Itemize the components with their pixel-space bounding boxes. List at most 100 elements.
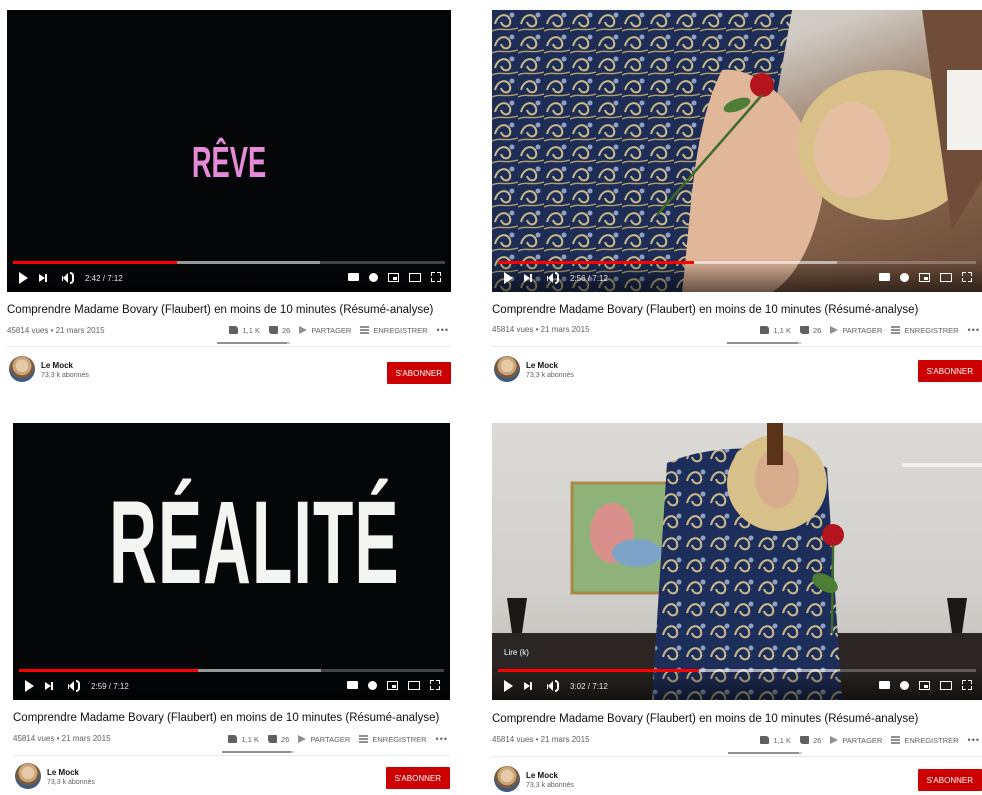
- progress-bar[interactable]: [13, 261, 445, 264]
- save-button[interactable]: ENREGISTRER: [891, 326, 959, 335]
- settings-icon[interactable]: [369, 272, 378, 282]
- progress-bar[interactable]: [498, 261, 976, 264]
- player-controls: 3:02 / 7:12: [492, 666, 982, 700]
- volume-icon[interactable]: [62, 272, 74, 284]
- channel-name[interactable]: Le Mock: [41, 361, 73, 370]
- next-icon[interactable]: [45, 680, 57, 692]
- miniplayer-icon[interactable]: [919, 272, 930, 282]
- volume-icon[interactable]: [547, 680, 559, 692]
- fullscreen-icon[interactable]: [962, 272, 972, 282]
- next-icon[interactable]: [524, 680, 536, 692]
- theater-mode-icon[interactable]: [940, 680, 952, 690]
- next-icon[interactable]: [524, 272, 536, 284]
- subtitles-icon[interactable]: [348, 273, 359, 281]
- dislike-button[interactable]: 26: [269, 326, 290, 335]
- video-title: Comprendre Madame Bovary (Flaubert) en m…: [7, 304, 434, 316]
- subscriber-count: 73,3 k abonnés: [41, 372, 89, 379]
- sentiment-bar: [728, 752, 802, 754]
- save-button[interactable]: ENREGISTRER: [891, 736, 959, 745]
- dislike-button[interactable]: 26: [268, 735, 289, 744]
- player-controls: 2:42 / 7:12: [7, 258, 451, 292]
- play-icon[interactable]: [504, 272, 513, 284]
- video-player[interactable]: 2:56 / 7:12: [492, 10, 982, 292]
- dislike-button[interactable]: 26: [800, 736, 821, 745]
- avatar[interactable]: [15, 763, 41, 789]
- like-button[interactable]: 1,1 K: [760, 736, 791, 745]
- video-title: Comprendre Madame Bovary (Flaubert) en m…: [13, 712, 440, 724]
- theater-mode-icon[interactable]: [409, 272, 421, 282]
- more-actions-icon[interactable]: •••: [436, 734, 448, 744]
- dislike-button[interactable]: 26: [800, 326, 821, 335]
- save-button[interactable]: ENREGISTRER: [359, 735, 427, 744]
- player-controls: 2:56 / 7:12: [492, 258, 982, 292]
- like-button[interactable]: 1,1 K: [228, 735, 259, 744]
- progress-bar[interactable]: [19, 669, 444, 672]
- theater-mode-icon[interactable]: [408, 680, 420, 690]
- like-button[interactable]: 1,1 K: [229, 326, 260, 335]
- play-icon[interactable]: [19, 272, 28, 284]
- save-icon: [359, 735, 369, 743]
- video-player[interactable]: RÉALITÉ 2:59 / 7:12: [13, 423, 450, 700]
- video-frame-drinking: [492, 423, 982, 700]
- fullscreen-icon[interactable]: [962, 680, 972, 690]
- video-title: Comprendre Madame Bovary (Flaubert) en m…: [492, 713, 919, 725]
- settings-icon[interactable]: [900, 272, 909, 282]
- save-icon: [891, 736, 901, 744]
- thumbs-down-icon: [800, 736, 809, 744]
- miniplayer-icon[interactable]: [387, 680, 398, 690]
- avatar[interactable]: [9, 356, 35, 382]
- share-button[interactable]: PARTAGER: [299, 326, 351, 335]
- video-panel-1: RÊVE 2:42 / 7:12 Comprendre Madame Bovar…: [7, 10, 451, 392]
- video-meta: 45814 vues • 21 mars 2015: [492, 735, 590, 744]
- theater-mode-icon[interactable]: [940, 272, 952, 282]
- next-icon[interactable]: [39, 272, 51, 284]
- channel-name[interactable]: Le Mock: [526, 361, 558, 370]
- more-actions-icon[interactable]: •••: [968, 325, 980, 335]
- channel-name[interactable]: Le Mock: [47, 768, 79, 777]
- thumbs-up-icon: [228, 735, 238, 743]
- subtitles-icon[interactable]: [879, 681, 890, 689]
- video-player[interactable]: RÊVE 2:42 / 7:12: [7, 10, 451, 292]
- thumbs-up-icon: [760, 326, 770, 334]
- more-actions-icon[interactable]: •••: [437, 325, 449, 335]
- miniplayer-icon[interactable]: [388, 272, 399, 282]
- miniplayer-icon[interactable]: [919, 680, 930, 690]
- share-button[interactable]: PARTAGER: [830, 736, 882, 745]
- share-button[interactable]: PARTAGER: [298, 735, 350, 744]
- like-button[interactable]: 1,1 K: [760, 326, 791, 335]
- more-actions-icon[interactable]: •••: [968, 735, 980, 745]
- play-icon[interactable]: [25, 680, 34, 692]
- subtitles-icon[interactable]: [347, 681, 358, 689]
- divider: [13, 755, 450, 756]
- overlay-word: RÊVE: [191, 138, 267, 187]
- thumbs-down-icon: [800, 326, 809, 334]
- volume-icon[interactable]: [547, 272, 559, 284]
- subscriber-count: 73,3 k abonnés: [47, 779, 95, 786]
- video-player[interactable]: Lire (k) 3:02 / 7:12: [492, 423, 982, 700]
- subscribe-button[interactable]: S'ABONNER: [385, 767, 450, 789]
- divider: [492, 346, 982, 347]
- share-button[interactable]: PARTAGER: [830, 326, 882, 335]
- play-icon[interactable]: [504, 680, 513, 692]
- thumbs-down-icon: [268, 735, 277, 743]
- settings-icon[interactable]: [900, 680, 909, 690]
- avatar[interactable]: [494, 356, 520, 382]
- fullscreen-icon[interactable]: [431, 272, 441, 282]
- channel-name[interactable]: Le Mock: [526, 771, 558, 780]
- sentiment-bar: [727, 342, 801, 344]
- settings-icon[interactable]: [368, 680, 377, 690]
- time-display: 3:02 / 7:12: [570, 681, 608, 691]
- subscribe-button[interactable]: S'ABONNER: [386, 362, 451, 384]
- fullscreen-icon[interactable]: [430, 680, 440, 690]
- subtitles-icon[interactable]: [879, 273, 890, 281]
- divider: [492, 756, 982, 757]
- player-controls: 2:59 / 7:12: [13, 666, 450, 700]
- save-button[interactable]: ENREGISTRER: [360, 326, 428, 335]
- progress-bar[interactable]: [498, 669, 976, 672]
- volume-icon[interactable]: [68, 680, 80, 692]
- video-meta: 45814 vues • 21 mars 2015: [13, 734, 111, 743]
- subscribe-button[interactable]: S'ABONNER: [917, 769, 982, 791]
- avatar[interactable]: [494, 766, 520, 792]
- video-meta: 45814 vues • 21 mars 2015: [7, 326, 105, 335]
- subscribe-button[interactable]: S'ABONNER: [917, 360, 982, 382]
